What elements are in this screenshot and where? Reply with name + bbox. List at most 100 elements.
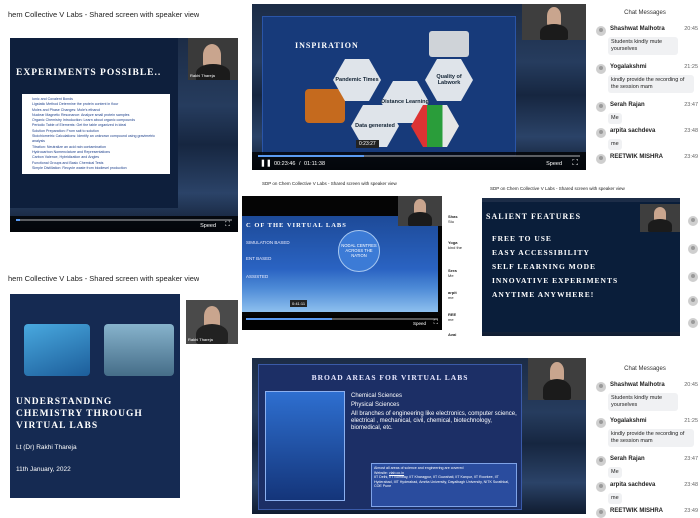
panel3-header: SDP on Chem Collective V Labs - Shared s… (262, 181, 397, 186)
chat-time: 23:49 (684, 154, 698, 160)
chat-text: Me (448, 273, 454, 278)
chat-time: 20:45 (684, 382, 698, 388)
speaker-body (408, 212, 432, 226)
chat-panel-top: Chat Messages Shashwat Malhotra 20:45 St… (590, 4, 700, 170)
fullscreen-icon[interactable]: ⛶ (434, 320, 438, 327)
bullet-item: Chemical Sciences (351, 393, 403, 399)
chat-title: Chat Messages (624, 10, 666, 16)
chat-text: Me (608, 467, 622, 478)
avatar (596, 456, 606, 466)
pause-icon[interactable]: ❚❚ (260, 159, 272, 167)
avatar (596, 64, 606, 74)
chat-text: me (448, 295, 454, 300)
fullscreen-icon[interactable]: ⛶ (225, 221, 230, 229)
avatar (596, 26, 606, 36)
avatar (596, 154, 606, 164)
chat-time: 23:49 (684, 508, 698, 514)
chat-sender: Yogalakshmi (610, 64, 647, 70)
bullet-item: All branches of engineering like electro… (351, 411, 517, 431)
panel1-screen: EXPERIMENTS POSSIBLE.. Ionic and Covalen… (10, 38, 238, 232)
avatar (596, 482, 606, 492)
panel5-speaker-video: Rakhi Thareja (186, 300, 238, 344)
speaker-face (414, 199, 426, 213)
chat-text: me (608, 139, 622, 150)
chat-text: me (608, 493, 622, 504)
panel6-screen: BROAD AREAS FOR VIRTUAL LABS Chemical Sc… (252, 358, 586, 514)
panel6-speaker-video (528, 358, 586, 400)
avatar (596, 102, 606, 112)
panel1-player-controls: Speed ⛶ (10, 216, 238, 232)
chat-time: 23:48 (684, 482, 698, 488)
fullscreen-icon[interactable]: ⛶ (572, 158, 578, 168)
chat-sender: Avai (448, 332, 457, 337)
panel4-header: SDP on Chem Collective V Labs - Shared s… (490, 186, 625, 191)
speaker-body (648, 219, 672, 232)
chat-time: 20:45 (684, 26, 698, 32)
panel2-progress-bar[interactable] (258, 155, 580, 157)
panel3-slide-title: C OF THE VIRTUAL LABS (246, 222, 347, 229)
instrument-photo (429, 31, 469, 57)
panel3-speaker-video (398, 196, 442, 226)
avatar (596, 508, 606, 518)
title-line: CHEMISTRY THROUGH (16, 409, 143, 419)
seascape-photo (104, 324, 174, 376)
panel2-screen: INSPIRATION Pandemic Times Distance Lear… (252, 4, 586, 170)
panel1-header: hem Collective V Labs - Shared screen wi… (8, 10, 200, 19)
title-line: VIRTUAL LABS (16, 421, 99, 431)
panel3-progress-bar[interactable] (246, 318, 438, 320)
chat-sender: arpita sachdeva (610, 128, 656, 134)
baby-photo (305, 89, 345, 123)
panel4-screen: SALIENT FEATURES FREE TO USE EASY ACCESS… (482, 198, 680, 336)
chat-mini-item: Yoga kind the (448, 240, 462, 250)
hex-quality: Quality of Labwork (425, 59, 473, 101)
chat-time: 21:25 (684, 64, 698, 70)
author: Lt (Dr) Rakhi Thareja (16, 444, 77, 451)
total-time: 01:11:38 (304, 161, 326, 167)
chat-mini-item: Avai (448, 332, 456, 337)
panel1-progress-bar[interactable] (16, 219, 232, 221)
chat-time: 21:25 (684, 418, 698, 424)
speed-button[interactable]: Speed (413, 321, 426, 326)
panel3-slide: C OF THE VIRTUAL LABS SIMULATION BASED E… (242, 216, 438, 312)
feature-item: EASY ACCESSIBILITY (492, 248, 590, 257)
panel3-screen: C OF THE VIRTUAL LABS SIMULATION BASED E… (242, 196, 442, 330)
chat-mini-item: Shas Stu (448, 214, 458, 224)
panel4-speaker-video (640, 204, 680, 232)
speed-button[interactable]: Speed (546, 161, 562, 167)
avatar (596, 128, 606, 138)
chat-sender: Yogalakshmi (610, 418, 647, 424)
speaker-body (543, 379, 571, 400)
chat-title: Chat Messages (624, 366, 666, 372)
panel2-slide-title: INSPIRATION (295, 41, 359, 50)
speaker-face (550, 362, 564, 380)
nodal-circle: NODAL CENTRES ACROSS THE NATION (338, 230, 380, 272)
chat-sender: Serah Rajan (610, 456, 645, 462)
panel5-header: hem Collective V Labs - Shared screen wi… (8, 274, 200, 283)
panel5-screen: UNDERSTANDING CHEMISTRY THROUGH VIRTUAL … (10, 294, 238, 498)
chat-text: me (448, 317, 454, 322)
info-box: Almost all areas of science and engineer… (371, 463, 517, 507)
feature-item: INNOVATIVE EXPERIMENTS (492, 276, 619, 285)
speaker-name-tag: Rakhi Thareja (188, 337, 213, 342)
chat-sender: arpita sachdeva (610, 482, 656, 488)
chat-time: 23:47 (684, 102, 698, 108)
chat-sender: Shashwat Malhotra (610, 26, 665, 32)
info-box-institutes: IIT Delhi, IIT Bombay, IIT Kharagpur, II… (374, 475, 510, 489)
chat-text: kind the (448, 245, 463, 250)
speed-button[interactable]: Speed (200, 223, 216, 229)
avatar (596, 382, 606, 392)
chat-panel-mini: Shas Stu Yoga kind the Sera Me arpit me REE m… (448, 210, 478, 340)
website-link[interactable]: vlab.co.in (389, 471, 404, 475)
avatar (688, 318, 698, 328)
bullet-item: Physical Sciences (351, 402, 400, 408)
panel1-bullet-list: Ionic and Covalent Bonds Ligstatic Metho… (22, 94, 170, 175)
speaker-face (547, 7, 561, 25)
panel6-bullet-list: Chemical Sciences Physical Sciences All … (351, 393, 519, 432)
feature-line: ENT BASED (246, 256, 272, 261)
time-tooltip: 0:23:27 (356, 140, 379, 148)
chat-text: Students kindly mute yourselves (608, 393, 678, 411)
bullet-item: Simple Distillation: Recycle waste from … (32, 165, 127, 170)
chat-text: kindly provide the recording of the sess… (608, 429, 694, 447)
title-line: UNDERSTANDING (16, 397, 113, 407)
feature-item: SELF LEARNING MODE (492, 262, 596, 271)
